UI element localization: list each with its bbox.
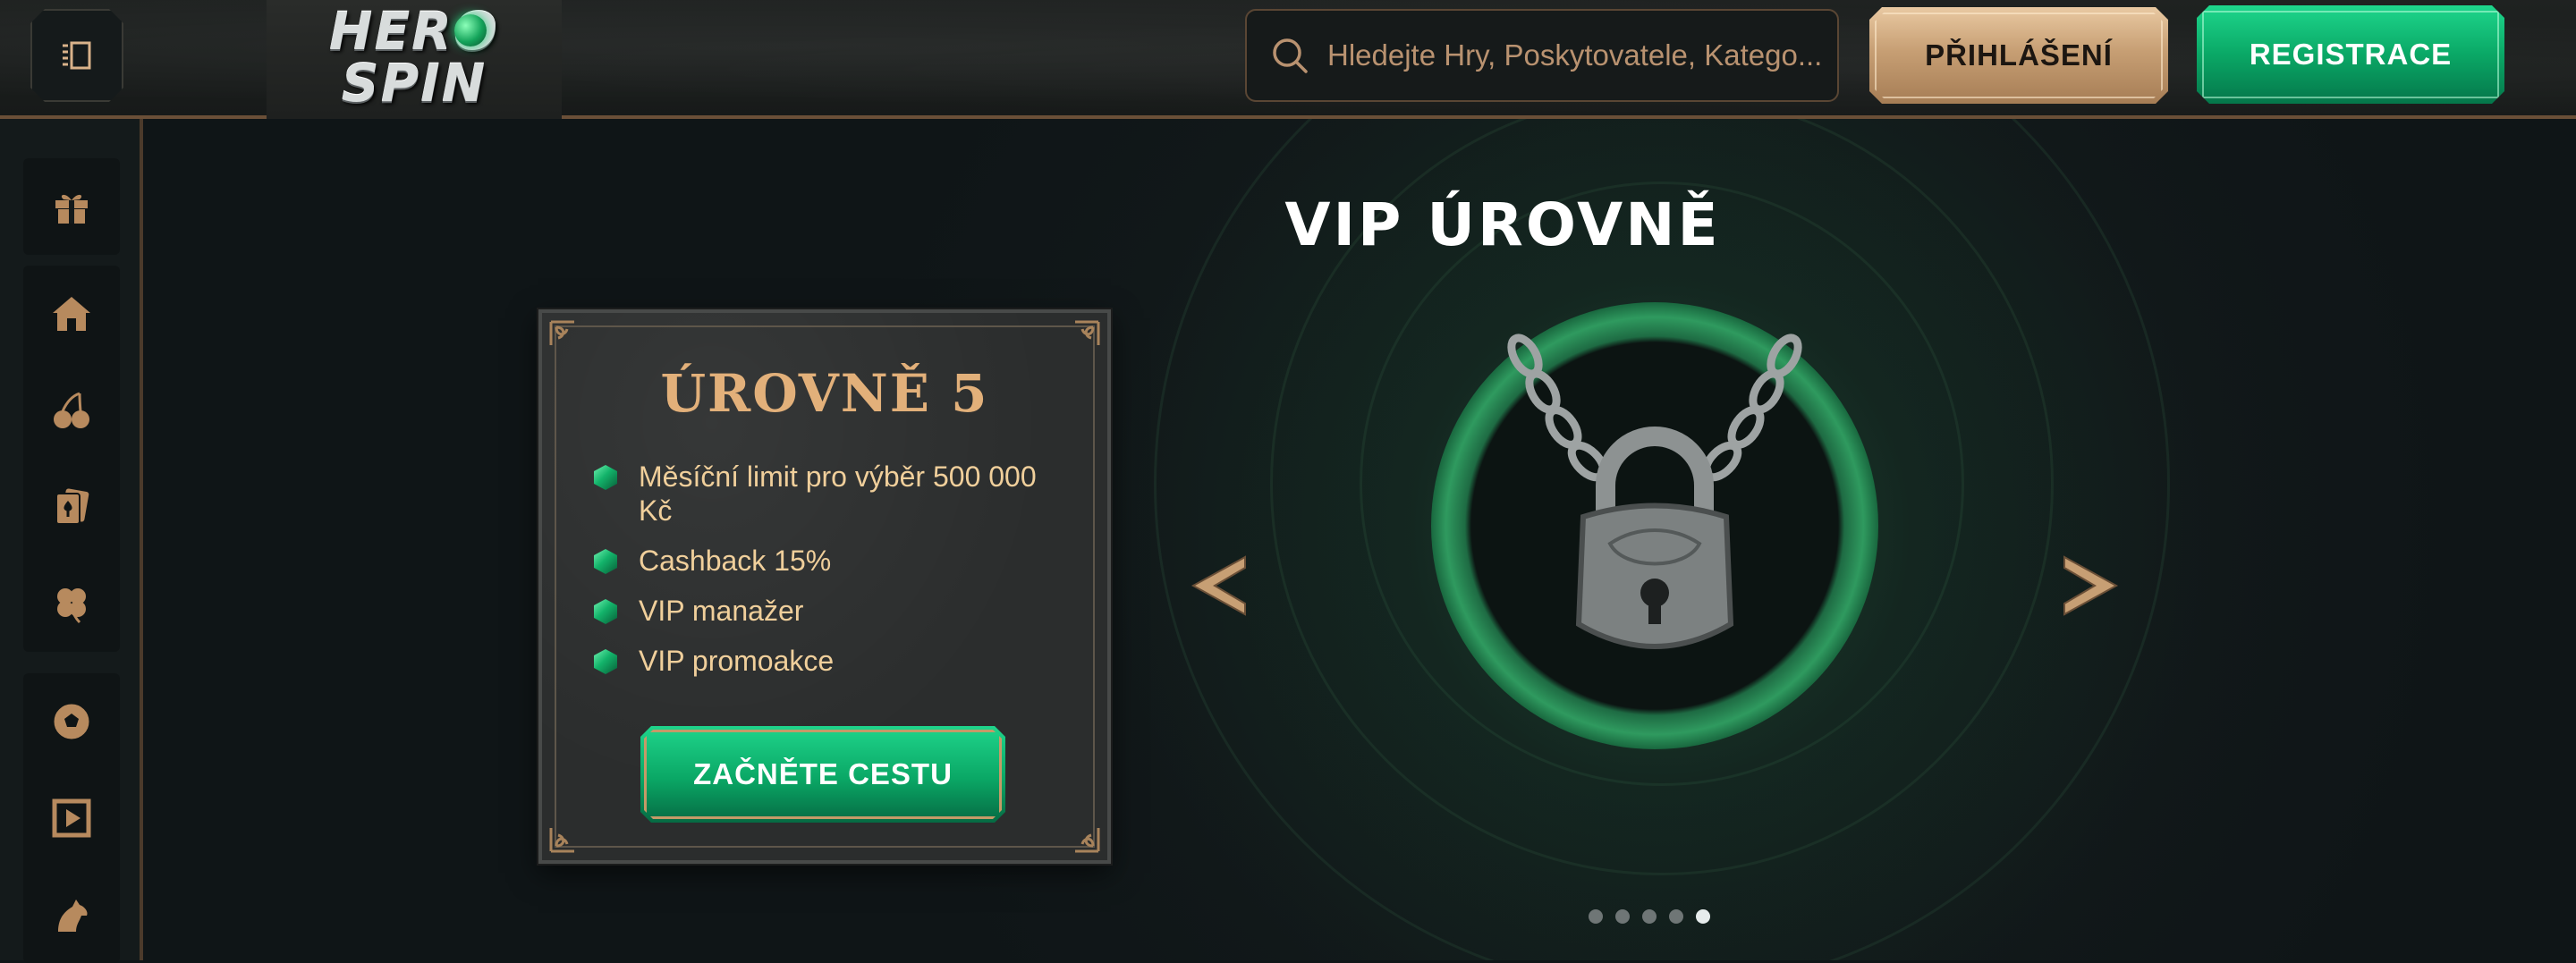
page-title: VIP ÚROVNĚ [1284, 190, 1721, 259]
sidebar-group-promo [23, 158, 120, 255]
clover-icon [57, 588, 86, 624]
login-button-label: PŘIHLÁŠENÍ [1925, 38, 2113, 72]
soccer-ball-icon [53, 703, 90, 740]
benefit-item: VIP promoakce [594, 644, 1077, 678]
start-journey-label: ZAČNĚTE CESTU [693, 757, 953, 790]
live-video-icon [52, 798, 91, 838]
sidebar-item-home[interactable] [23, 266, 120, 362]
logo-gem-icon [454, 14, 487, 46]
search-input[interactable] [1326, 38, 1830, 73]
vip-level-title: ÚROVNĚ 5 [660, 363, 989, 424]
benefit-text: VIP manažer [639, 595, 804, 627]
emerald-bullet-icon [594, 549, 617, 574]
horse-icon [58, 900, 88, 932]
benefit-text: Měsíční limit pro výběr 500 000 Kč [639, 460, 1037, 527]
carousel-next-button[interactable] [2054, 550, 2125, 621]
sidebar-item-racing[interactable] [23, 866, 120, 963]
logo-line-2: SPIN [341, 53, 487, 114]
corner-ornament-icon [549, 320, 574, 345]
benefit-item: VIP manažer [594, 594, 1077, 628]
emerald-bullet-icon [594, 465, 617, 490]
emerald-bullet-icon [594, 649, 617, 674]
vip-hero: VIP ÚROVNĚ ÚROVNĚ 5 Měsíční limit pro vý… [143, 119, 2576, 960]
carousel-prev-button[interactable] [1184, 550, 1256, 621]
sidebar-item-promotions[interactable] [23, 158, 120, 255]
start-journey-button[interactable]: ZAČNĚTE CESTU [640, 726, 1005, 823]
padlock-icon [1507, 334, 1802, 649]
carousel-dot[interactable] [1669, 909, 1683, 924]
register-button-label: REGISTRACE [2249, 38, 2453, 71]
benefit-item: Měsíční limit pro výběr 500 000 Kč [594, 460, 1077, 528]
cherries-icon [54, 392, 89, 428]
sidebar [0, 119, 143, 963]
sidebar-item-lucky[interactable] [23, 555, 120, 652]
menu-toggle-button[interactable] [30, 9, 123, 102]
gift-icon [55, 194, 88, 224]
corner-ornament-icon [549, 828, 574, 853]
carousel-dot[interactable] [1642, 909, 1657, 924]
benefit-text: VIP promoakce [639, 645, 835, 677]
sidebar-item-table-games[interactable] [23, 459, 120, 555]
corner-ornament-icon [1075, 828, 1100, 853]
login-button[interactable]: PŘIHLÁŠENÍ [1869, 7, 2168, 104]
cards-icon [55, 488, 89, 525]
search-box[interactable] [1245, 9, 1839, 102]
sidebar-toggle-icon [59, 38, 95, 73]
vip-level-card: ÚROVNĚ 5 Měsíční limit pro výběr 500 000… [538, 309, 1111, 864]
carousel-pagination [1589, 909, 1710, 924]
carousel-dot[interactable] [1589, 909, 1603, 924]
home-icon [53, 297, 90, 331]
benefit-item: Cashback 15% [594, 544, 1077, 578]
carousel-dot-active[interactable] [1696, 909, 1710, 924]
emerald-bullet-icon [594, 599, 617, 624]
sidebar-group-sports [23, 673, 120, 963]
carousel-dot[interactable] [1615, 909, 1630, 924]
register-button[interactable]: REGISTRACE [2197, 5, 2504, 104]
benefit-list: Měsíční limit pro výběr 500 000 Kč Cashb… [594, 460, 1077, 694]
sidebar-item-slots[interactable] [23, 362, 120, 459]
search-icon [1273, 38, 1308, 73]
sidebar-group-casino [23, 266, 120, 652]
sidebar-item-sports[interactable] [23, 673, 120, 770]
benefit-text: Cashback 15% [639, 545, 832, 577]
sidebar-item-live[interactable] [23, 770, 120, 866]
header: HERO SPIN PŘIHLÁŠENÍ REGISTRACE [0, 0, 2576, 148]
corner-ornament-icon [1075, 320, 1100, 345]
